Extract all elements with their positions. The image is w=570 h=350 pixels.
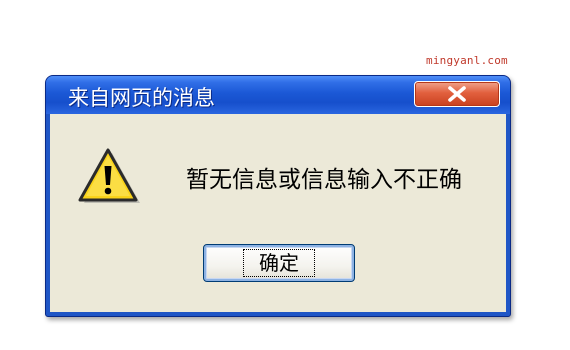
close-icon — [448, 86, 466, 102]
dialog-message: 暂无信息或信息输入不正确 — [186, 167, 462, 193]
ok-button[interactable]: 确定 — [203, 244, 355, 282]
alert-dialog: 来自网页的消息 暂无信息或信息输入不正确 确定 — [45, 75, 511, 317]
dialog-title: 来自网页的消息 — [68, 86, 215, 110]
warning-icon — [78, 148, 140, 203]
close-button[interactable] — [414, 81, 500, 107]
ok-button-label: 确定 — [243, 249, 315, 277]
title-bar[interactable]: 来自网页的消息 — [46, 76, 510, 114]
watermark-text: mingyanl.com — [426, 54, 508, 67]
dialog-body: 暂无信息或信息输入不正确 确定 — [50, 114, 506, 312]
